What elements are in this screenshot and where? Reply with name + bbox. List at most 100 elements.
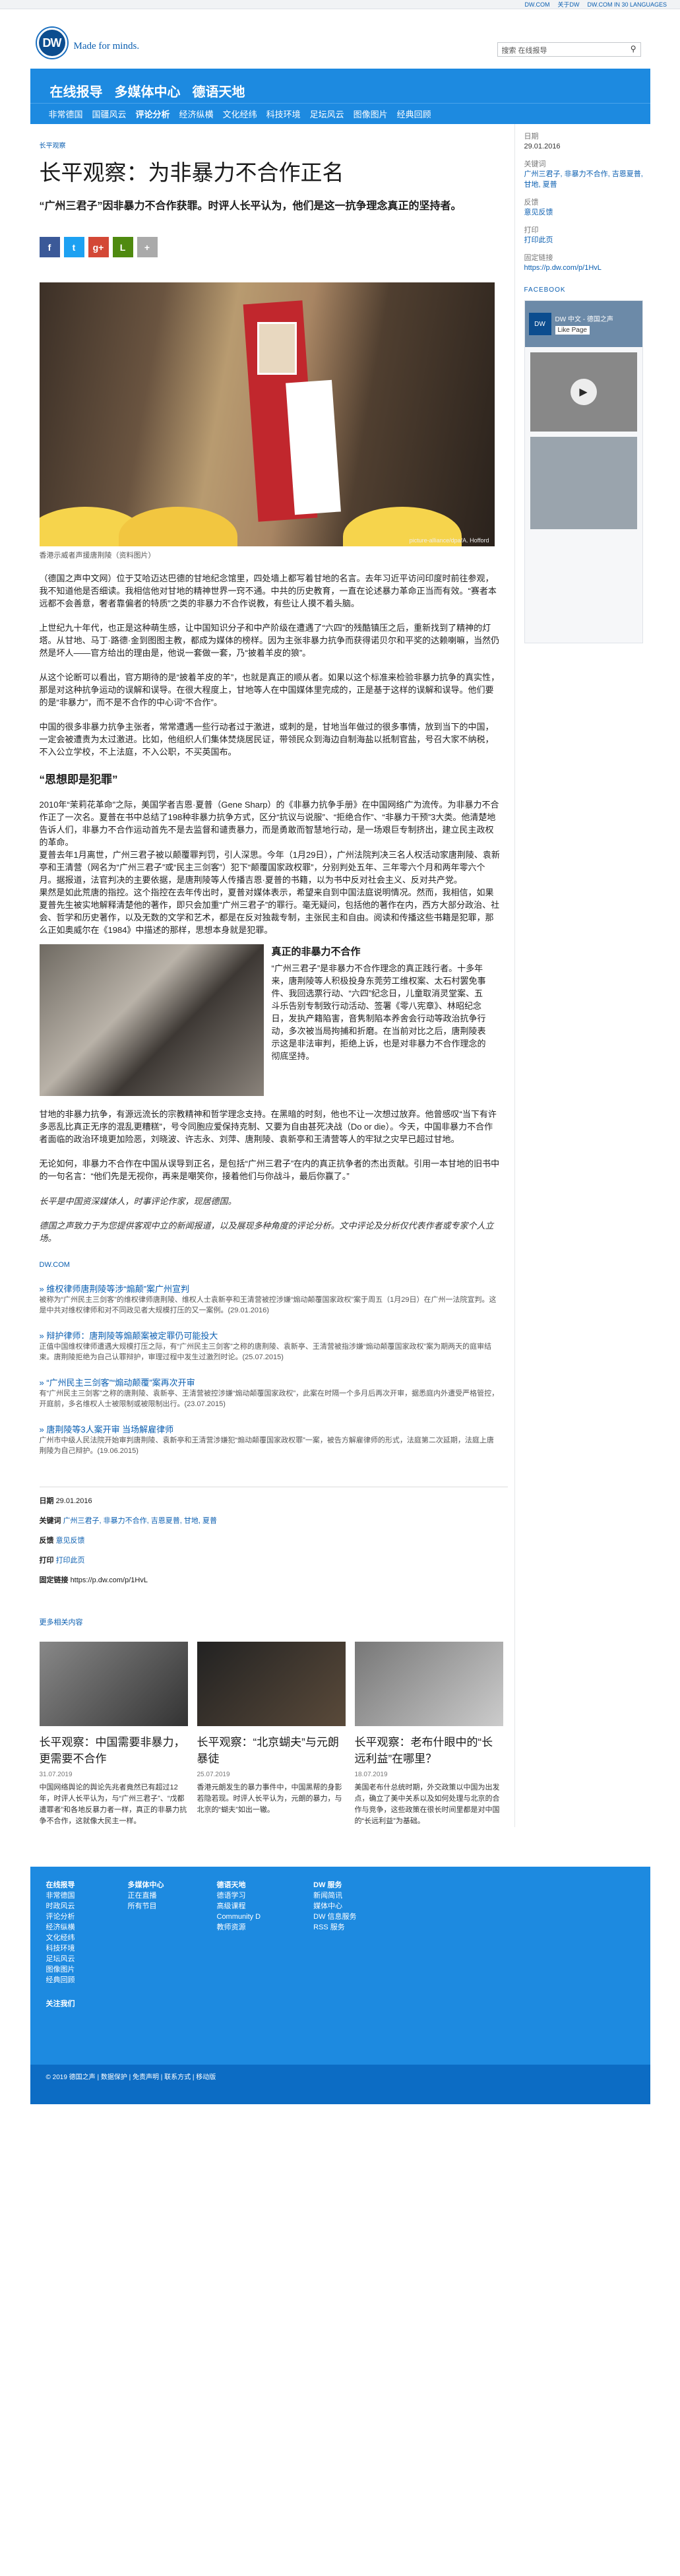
portrait-placard <box>257 322 297 375</box>
footer-link[interactable]: 媒体中心 <box>313 1901 356 1912</box>
related-text: 有“广州民主三剑客”之称的唐荆陵、袁新亭、王清营被控涉嫌“煽动颠覆国家政权”，此… <box>39 1390 499 1408</box>
footer-link[interactable]: 德语学习 <box>217 1890 261 1901</box>
footer-link[interactable]: DW 信息服务 <box>313 1912 356 1922</box>
side-label: 打印 <box>524 226 539 234</box>
nav-item-media[interactable]: 多媒体中心 <box>115 81 181 100</box>
footer-link[interactable]: 教师资源 <box>217 1922 261 1933</box>
feedback-link[interactable]: 意见反馈 <box>56 1537 85 1545</box>
card-image[interactable] <box>39 1642 188 1726</box>
footer-col: 多媒体中心 正在直播 所有节目 <box>128 1880 164 2051</box>
dw-logo[interactable]: DW <box>36 28 67 58</box>
top-link[interactable]: 关于DW <box>557 0 579 9</box>
related-articles: » 维权律师唐荆陵等涉“煽颠”案广州宣判 被称为“广州民主三剑客”的维权律师唐荆陵… <box>40 1282 508 1456</box>
related-title[interactable]: » “广州民主三剑客”“煽动颠覆”案再次开审 <box>40 1376 508 1388</box>
facebook-widget[interactable]: DW DW 中文 - 德国之声 Like Page ▶ <box>524 300 643 643</box>
related-item[interactable]: » 辩护律师：唐荆陵等煽颠案被定罪仍可能投大正值中国维权律师遭遇大规模打压之际，… <box>40 1329 508 1363</box>
footer-link[interactable]: 正在直播 <box>128 1890 164 1901</box>
footer-link[interactable]: RSS 服务 <box>313 1922 356 1933</box>
search-input[interactable]: 搜索 在线报导 ⚲ <box>497 42 641 57</box>
footer-col: 德语天地 德语学习 高级课程 Community D 教师资源 <box>217 1880 261 2051</box>
subnav-item[interactable]: 非常德国 <box>49 108 83 120</box>
footer-link[interactable]: 评论分析 <box>46 1912 75 1922</box>
top-link[interactable]: DW.COM <box>524 0 549 9</box>
disclaimer: 德国之声致力于为您提供客观中立的新闻报道，以及展现多种角度的评论分析。文中评论及… <box>39 1221 494 1243</box>
footer-heading[interactable]: DW 服务 <box>313 1880 356 1890</box>
footer-col: 在线报导 非常德国 时政风云 评论分析 经济纵横 文化经纬 科技环境 足坛风云 … <box>46 1880 75 2051</box>
related-card[interactable]: 长平观察：老布什眼中的“长远利益”在哪里？ 18.07.2019 美国老布什总统时期… <box>354 1642 503 1827</box>
footer-link[interactable]: 所有节目 <box>128 1901 164 1912</box>
footer-link[interactable]: 科技环境 <box>46 1943 75 1954</box>
side-print[interactable]: 打印此页 <box>524 235 644 245</box>
footer-link[interactable]: 文化经纬 <box>46 1933 75 1943</box>
side-feedback[interactable]: 意见反馈 <box>524 207 644 218</box>
side-label: 日期 <box>524 133 539 141</box>
print-link[interactable]: 打印此页 <box>56 1557 85 1564</box>
side-label: 反馈 <box>524 199 539 207</box>
fb-like-button[interactable]: Like Page <box>555 326 590 335</box>
card-image[interactable] <box>197 1642 346 1726</box>
footer-social-heading: 关注我们 <box>46 2000 75 2008</box>
related-card[interactable]: 长平观察：“北京蝴夫”与元朗暴徒 25.07.2019 香港元朗发生的暴力事件中，中… <box>197 1642 346 1827</box>
related-title[interactable]: » 维权律师唐荆陵等涉“煽颠”案广州宣判 <box>40 1282 508 1295</box>
side-permalink[interactable]: https://p.dw.com/p/1HvL <box>524 263 644 273</box>
footer-link[interactable]: 图像图片 <box>46 1964 75 1975</box>
footer-heading[interactable]: 在线报导 <box>46 1880 75 1890</box>
fb-post-image[interactable] <box>530 437 637 529</box>
article-meta: 日期 29.01.2016 关键词 广州三君子, 非暴力不合作, 吉恩夏普, 甘… <box>39 1487 508 1590</box>
twitter-icon[interactable]: t <box>63 237 84 257</box>
subnav-item[interactable]: 经济纵横 <box>179 108 214 120</box>
article-main-image: picture-alliance/dpa/A. Hofford <box>39 282 495 546</box>
facebook-icon[interactable]: f <box>39 237 60 257</box>
play-icon[interactable]: ▶ <box>570 379 597 405</box>
article-kicker[interactable]: 长平观察 <box>40 140 508 150</box>
fb-page-name[interactable]: DW 中文 - 德国之声 <box>555 313 613 323</box>
footer-link[interactable]: 经济纵横 <box>46 1922 75 1933</box>
site-header: DW Made for minds. 搜索 在线报导 ⚲ <box>30 9 650 69</box>
footer-link[interactable]: Community D <box>217 1912 261 1922</box>
footer-link[interactable]: 非常德国 <box>46 1890 75 1901</box>
meta-keywords[interactable]: 广州三君子, 非暴力不合作, 吉恩夏普, 甘地, 夏普 <box>63 1517 217 1525</box>
subnav-item[interactable]: 科技环境 <box>266 108 301 120</box>
site-footer: 在线报导 非常德国 时政风云 评论分析 经济纵横 文化经纬 科技环境 足坛风云 … <box>30 1867 650 2065</box>
related-item[interactable]: » 维权律师唐荆陵等涉“煽颠”案广州宣判 被称为“广州民主三剑客”的维权律师唐荆陵… <box>40 1282 508 1316</box>
footer-link[interactable]: 高级课程 <box>217 1901 261 1912</box>
card-title[interactable]: 长平观察：老布什眼中的“长远利益”在哪里？ <box>355 1734 503 1767</box>
subnav-item[interactable]: 经典回顾 <box>397 108 431 120</box>
card-text: 香港元朗发生的暴力事件中，中国黑帮的身影若隐若现。时评人长平认为，元朗的暴力，与… <box>197 1784 342 1814</box>
top-link[interactable]: DW.COM IN 30 LANGUAGES <box>587 0 667 9</box>
subnav-item-active[interactable]: 评论分析 <box>136 108 170 120</box>
subnav-item[interactable]: 足坛风云 <box>310 108 344 120</box>
related-item[interactable]: » “广州民主三剑客”“煽动颠覆”案再次开审有“广州民主三剑客”之称的唐荆陵、袁… <box>40 1376 508 1409</box>
footer-link[interactable]: 新闻简讯 <box>313 1890 356 1901</box>
card-title[interactable]: 长平观察：“北京蝴夫”与元朗暴徒 <box>197 1734 346 1767</box>
footer-heading[interactable]: 多媒体中心 <box>128 1880 164 1890</box>
related-text: 正值中国维权律师遭遇大规模打压之际，有“广州民主三剑客”之称的唐荆陵、袁新亭、王… <box>39 1343 492 1361</box>
footer-heading[interactable]: 德语天地 <box>217 1880 261 1890</box>
subnav-item[interactable]: 文化经纬 <box>223 108 257 120</box>
footer-col: DW 服务 新闻简讯 媒体中心 DW 信息服务 RSS 服务 <box>313 1880 356 2051</box>
side-keywords[interactable]: 广州三君子, 非暴力不合作, 吉恩夏普, 甘地, 夏普 <box>524 169 644 190</box>
nav-item-online[interactable]: 在线报导 <box>50 81 103 100</box>
footer-link[interactable]: 经典回顾 <box>46 1975 75 1985</box>
meta-label: 反馈 <box>39 1537 54 1545</box>
subnav-item[interactable]: 国疆风云 <box>92 108 127 120</box>
card-title[interactable]: 长平观察：中国需要非暴力，更需要不合作 <box>40 1734 188 1767</box>
related-item[interactable]: » 唐荆陵等3人案开审 当场解雇律师 广州市中级人民法院开始审判唐荆陵、袁新亭和王… <box>40 1423 508 1456</box>
card-image[interactable] <box>354 1642 503 1726</box>
nav-item-german[interactable]: 德语天地 <box>193 81 245 100</box>
search-icon[interactable]: ⚲ <box>631 44 636 53</box>
google-plus-icon[interactable]: g+ <box>88 237 109 257</box>
fb-video-thumb[interactable]: ▶ <box>530 352 637 432</box>
related-card[interactable]: 长平观察：中国需要非暴力，更需要不合作 31.07.2019 中国网络舆论的舆论先兆… <box>39 1642 188 1827</box>
subnav-item[interactable]: 图像图片 <box>354 108 388 120</box>
article-lead: “广州三君子”因非暴力不合作获罪。时评人长平认为，他们是这一抗争理念真正的坚持者… <box>39 201 462 212</box>
footer-link[interactable]: 时政风云 <box>46 1901 75 1912</box>
paragraph: 中国的很多非暴力抗争主张者，常常遭遇一些行动者过于激进，或刺的是，甘地当年做过的… <box>39 722 494 757</box>
footer-link[interactable]: 足坛风云 <box>46 1954 75 1964</box>
permalink[interactable]: https://p.dw.com/p/1HvL <box>71 1576 148 1584</box>
more-share-icon[interactable]: + <box>137 237 158 257</box>
related-title[interactable]: » 唐荆陵等3人案开审 当场解雇律师 <box>40 1423 508 1435</box>
line-icon[interactable]: L <box>112 237 133 257</box>
related-title[interactable]: » 辩护律师：唐荆陵等煽颠案被定罪仍可能投大 <box>40 1329 508 1341</box>
dw-link[interactable]: DW.COM <box>40 1261 508 1269</box>
